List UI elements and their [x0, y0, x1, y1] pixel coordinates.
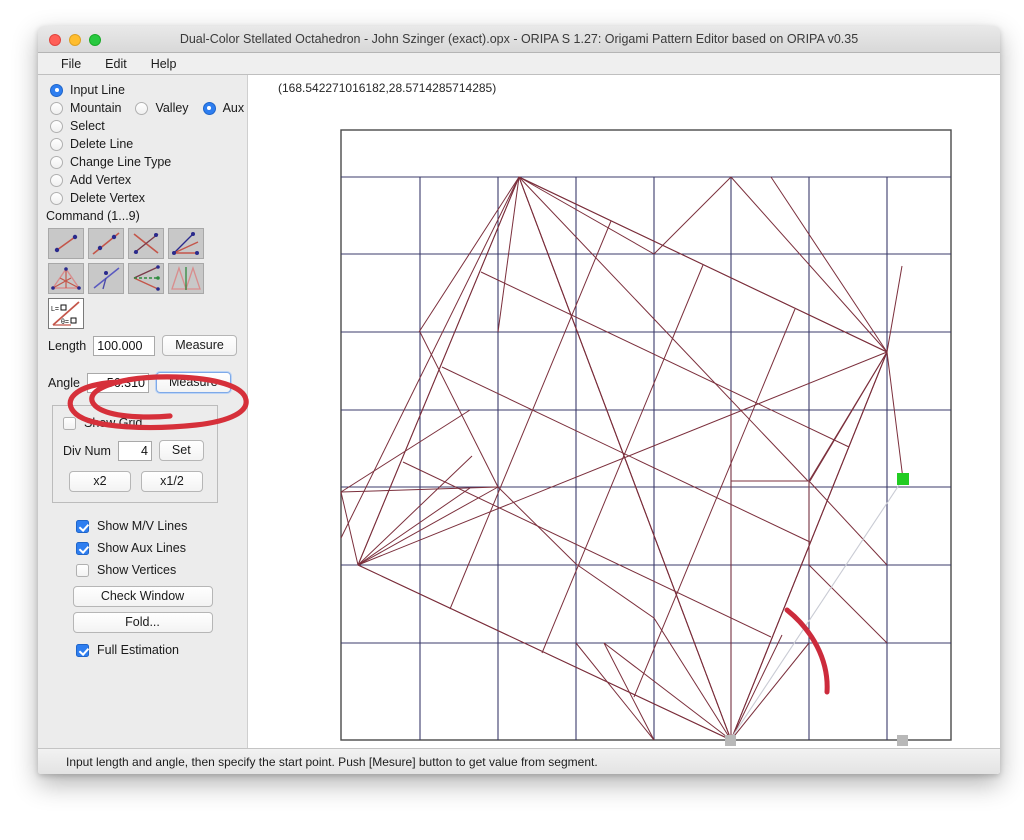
grid-double-button[interactable]: x2: [69, 471, 131, 492]
full-estimation-checkbox-indicator: [76, 643, 89, 657]
full-estimation-checkbox[interactable]: Full Estimation: [38, 633, 247, 661]
menu-item-edit[interactable]: Edit: [96, 56, 136, 72]
crease-pattern-canvas[interactable]: (168.542271016182,28.5714285714285): [248, 75, 1000, 774]
radio-delete-line-indicator: [50, 137, 63, 151]
command-two-point-line-icon[interactable]: [88, 228, 124, 259]
radio-input-line[interactable]: Input Line: [38, 81, 247, 99]
status-bar: Input length and angle, then specify the…: [38, 748, 1000, 774]
show-grid-checkbox-indicator: [63, 416, 76, 430]
command-triangle-insert-icon[interactable]: [48, 263, 84, 294]
show-vertices-label: Show Vertices: [97, 563, 177, 577]
length-input[interactable]: [93, 335, 156, 356]
angle-measure-button[interactable]: Measure: [155, 372, 231, 393]
length-row: Length Measure: [38, 329, 247, 356]
command-single-row: L= θ=: [38, 294, 247, 329]
svg-text:L=: L=: [51, 306, 59, 313]
radio-add-vertex-indicator: [50, 173, 63, 187]
radio-input-line-label: Input Line: [70, 83, 125, 97]
menu-item-help[interactable]: Help: [142, 56, 186, 72]
radio-aux-label[interactable]: Aux: [223, 101, 245, 115]
title-bar: Dual-Color Stellated Octahedron - John S…: [38, 26, 1000, 53]
vertex-marker: [897, 735, 908, 746]
show-vertices-checkbox[interactable]: Show Vertices: [38, 559, 247, 581]
menu-item-file[interactable]: File: [52, 56, 90, 72]
status-bar-text: Input length and angle, then specify the…: [66, 754, 598, 769]
show-vertices-checkbox-indicator: [76, 563, 89, 577]
div-num-row: Div Num Set: [53, 432, 217, 461]
grid-panel: Show Grid Div Num Set x2 x1/2: [52, 405, 218, 503]
svg-text:θ=: θ=: [61, 319, 69, 326]
length-label: Length: [48, 338, 87, 353]
div-num-set-button[interactable]: Set: [158, 440, 204, 461]
angle-row: Angle Measure: [38, 356, 247, 393]
command-two-point-segment-icon[interactable]: [48, 228, 84, 259]
radio-add-vertex[interactable]: Add Vertex: [38, 171, 247, 189]
window-body: Input Line Mountain Valley Aux Select De…: [38, 75, 1000, 774]
radio-mountain-label[interactable]: Mountain: [70, 101, 121, 115]
grid-scale-buttons: x2 x1/2: [53, 461, 217, 492]
radio-select-label: Select: [70, 119, 105, 133]
radio-valley-label[interactable]: Valley: [155, 101, 188, 115]
command-vertical-line-icon[interactable]: [168, 263, 204, 294]
radio-select[interactable]: Select: [38, 117, 247, 135]
show-aux-lines-label: Show Aux Lines: [97, 541, 186, 555]
div-num-input[interactable]: [117, 440, 152, 461]
line-type-group: Mountain Valley Aux: [38, 99, 247, 117]
show-mv-lines-checkbox-indicator: [76, 519, 89, 533]
grid-half-button[interactable]: x1/2: [141, 471, 203, 492]
command-angle-bisector-icon[interactable]: [168, 228, 204, 259]
command-button-grid: [38, 225, 247, 294]
check-window-button[interactable]: Check Window: [72, 586, 213, 607]
radio-select-indicator: [50, 119, 63, 133]
crease-pattern-drawing: [248, 75, 1000, 774]
radio-valley-indicator[interactable]: [135, 101, 149, 115]
radio-delete-vertex-indicator: [50, 191, 63, 205]
selected-vertex-marker: [897, 473, 909, 485]
screen-root: Dual-Color Stellated Octahedron - John S…: [0, 0, 1024, 840]
command-perpendicular-bisector-icon[interactable]: [128, 228, 164, 259]
radio-mountain-indicator[interactable]: [50, 101, 63, 115]
radio-add-vertex-label: Add Vertex: [70, 173, 132, 187]
radio-change-line-type-indicator: [50, 155, 63, 169]
command-mirror-copy-icon[interactable]: [128, 263, 164, 294]
radio-change-line-type-label: Change Line Type: [70, 155, 172, 169]
radio-delete-vertex-label: Delete Vertex: [70, 191, 146, 205]
length-measure-button[interactable]: Measure: [162, 335, 237, 356]
command-length-angle-input-icon[interactable]: L= θ=: [48, 298, 84, 329]
radio-change-line-type[interactable]: Change Line Type: [38, 153, 247, 171]
div-num-label: Div Num: [63, 443, 111, 458]
show-aux-lines-checkbox-indicator: [76, 541, 89, 555]
fold-button[interactable]: Fold...: [72, 612, 213, 633]
show-grid-label: Show Grid: [84, 416, 143, 430]
angle-label: Angle: [48, 375, 80, 390]
window-title: Dual-Color Stellated Octahedron - John S…: [179, 32, 859, 46]
angle-input[interactable]: [86, 372, 149, 393]
vertex-marker: [725, 735, 736, 746]
show-mv-lines-checkbox[interactable]: Show M/V Lines: [38, 515, 247, 537]
radio-delete-vertex[interactable]: Delete Vertex: [38, 189, 247, 207]
command-section-label: Command (1...9): [46, 209, 140, 223]
full-estimation-label: Full Estimation: [97, 643, 179, 657]
radio-input-line-indicator: [50, 83, 63, 97]
radio-delete-line-label: Delete Line: [70, 137, 134, 151]
menu-bar: File Edit Help: [38, 53, 1000, 75]
crease-pattern-svg: [340, 129, 952, 746]
show-grid-checkbox[interactable]: Show Grid: [53, 414, 217, 432]
show-mv-lines-label: Show M/V Lines: [97, 519, 188, 533]
application-window: Dual-Color Stellated Octahedron - John S…: [38, 26, 1000, 774]
command-symmetric-line-icon[interactable]: [88, 263, 124, 294]
radio-delete-line[interactable]: Delete Line: [38, 135, 247, 153]
show-aux-lines-checkbox[interactable]: Show Aux Lines: [38, 537, 247, 559]
display-options-group: Show M/V Lines Show Aux Lines Show Verti…: [38, 503, 247, 661]
tool-sidebar: Input Line Mountain Valley Aux Select De…: [38, 75, 248, 774]
radio-aux-indicator[interactable]: [202, 101, 216, 115]
